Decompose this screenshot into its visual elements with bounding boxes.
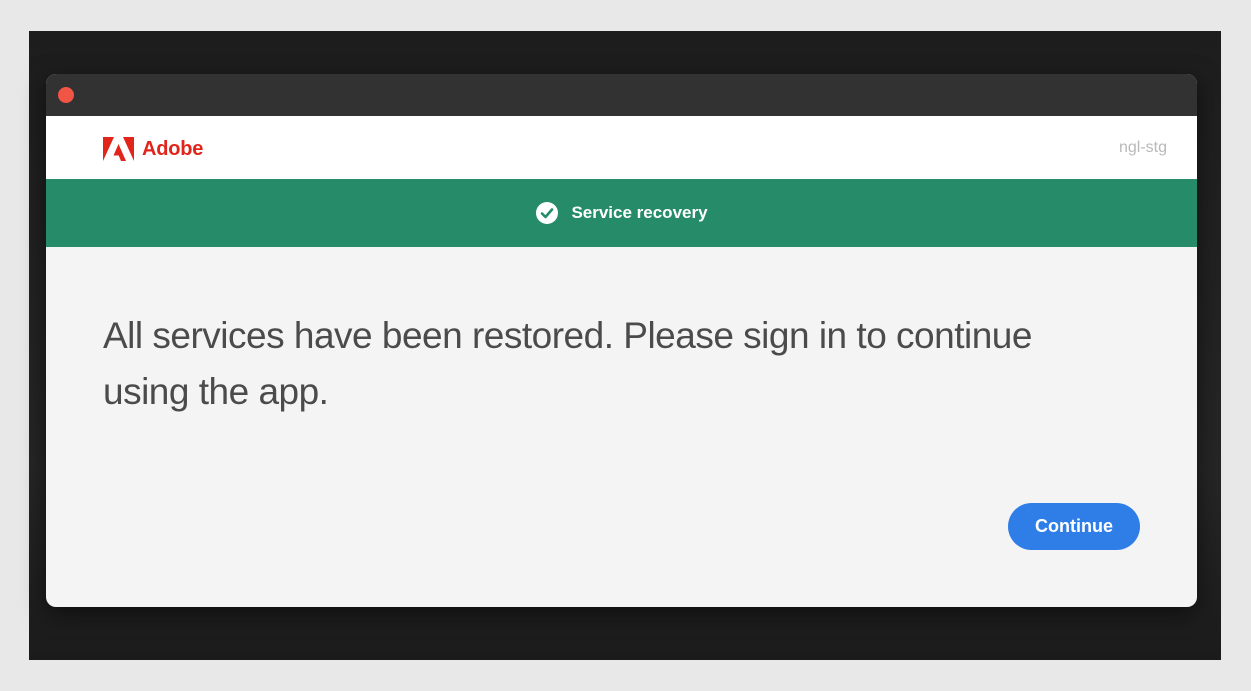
adobe-logo-icon — [103, 137, 134, 161]
brand-name: Adobe — [142, 137, 204, 160]
window-close-button[interactable] — [58, 87, 74, 103]
window-titlebar[interactable] — [46, 74, 1197, 116]
status-message: All services have been restored. Please … — [103, 315, 1032, 412]
service-recovery-dialog: Adobe ngl-stg Service recovery All servi… — [46, 74, 1197, 607]
status-banner: Service recovery — [46, 179, 1197, 247]
check-circle-icon — [536, 202, 559, 224]
continue-button[interactable]: Continue — [1008, 503, 1140, 550]
adobe-logo: Adobe — [103, 137, 203, 161]
environment-tag: ngl-stg — [1118, 139, 1167, 156]
dialog-header: Adobe ngl-stg — [46, 116, 1197, 179]
banner-title: Service recovery — [571, 203, 708, 222]
